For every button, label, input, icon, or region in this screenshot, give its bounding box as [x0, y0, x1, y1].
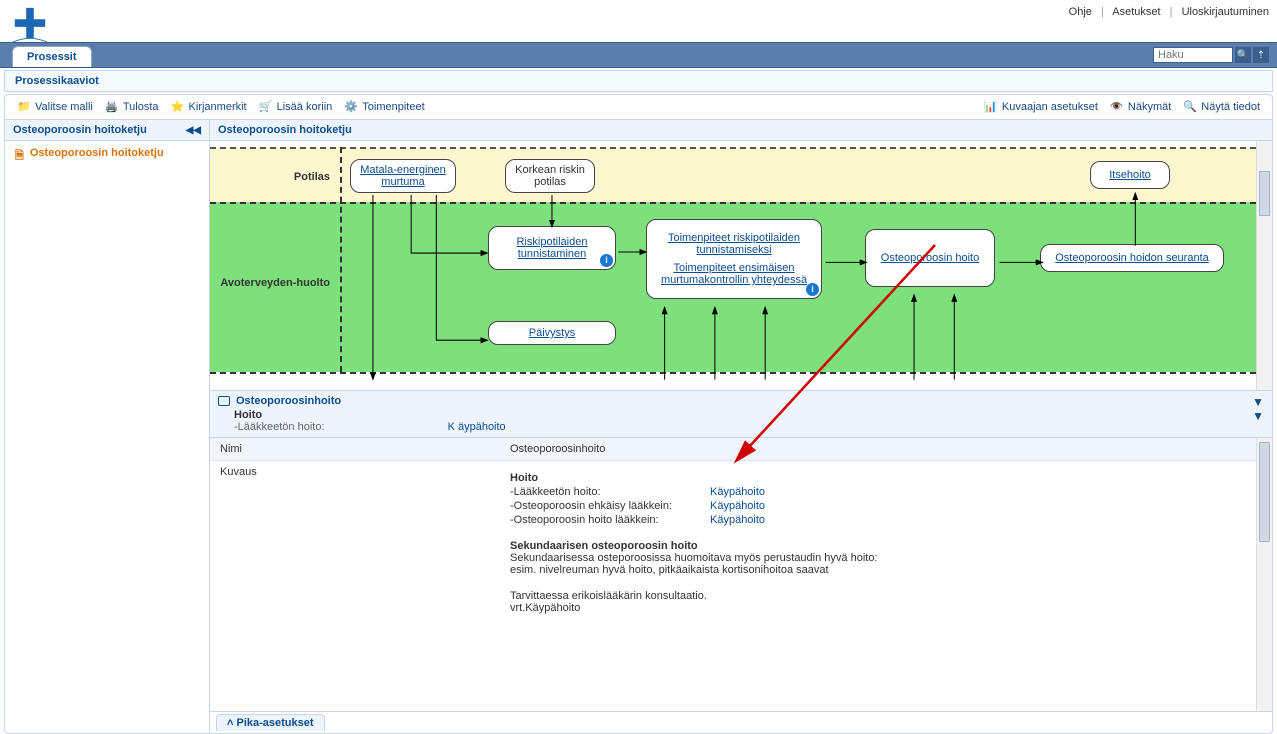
desc-label: Kuvaus	[210, 461, 500, 620]
name-label: Nimi	[210, 438, 500, 461]
gear-icon: ⚙️	[344, 100, 358, 114]
folder-icon: 📁	[17, 100, 31, 114]
search-icon[interactable]: 🔍	[1235, 47, 1251, 63]
search-input[interactable]	[1153, 47, 1233, 63]
detail-title-icon	[218, 396, 230, 406]
toolbar: 📁 Valitse malli 🖨️ Tulosta ⭐ Kirjanmerki…	[5, 95, 1272, 120]
bookmarks-button[interactable]: ⭐ Kirjanmerkit	[165, 98, 253, 116]
box-risk-identification[interactable]: Riskipotilaiden tunnistaminen i	[488, 226, 616, 270]
right-pane-header: Osteoporoosin hoitoketju	[210, 120, 1272, 141]
tab-processes[interactable]: Prosessit	[12, 46, 92, 67]
tab-row: Prosessit 🔍 ⇡	[0, 42, 1277, 68]
app-logo	[8, 4, 52, 46]
top-links: Ohje | Asetukset | Uloskirjautuminen	[1069, 4, 1269, 18]
desc-row: -Lääkkeetön hoito:Käypähoito	[510, 486, 1246, 498]
footer: ˄ Pika-asetukset	[210, 711, 1272, 733]
print-button[interactable]: 🖨️ Tulosta	[99, 98, 165, 116]
desc-row: -Osteoporoosin ehkäisy lääkkein:Käypähoi…	[510, 500, 1246, 512]
add-to-cart-button[interactable]: 🛒 Lisää koriin	[253, 98, 339, 116]
document-icon: 🗎	[15, 147, 24, 166]
info-icon[interactable]: i	[806, 283, 819, 296]
kaypahoito-link[interactable]: K äypähoito	[448, 421, 506, 433]
show-info-button[interactable]: 🔍 Näytä tiedot	[1177, 98, 1266, 116]
kaypahoito-link[interactable]: Käypähoito	[710, 486, 765, 498]
chart-icon: 📊	[984, 100, 998, 114]
box-selfcare[interactable]: Itsehoito	[1090, 161, 1170, 189]
name-value: Osteoporoosinhoito	[500, 438, 1256, 461]
box-low-energy-fracture[interactable]: Matala-energinen murtuma	[350, 159, 456, 193]
info-icon[interactable]: i	[600, 254, 613, 267]
logout-link[interactable]: Uloskirjautuminen	[1182, 6, 1269, 18]
quick-settings-tab[interactable]: ˄ Pika-asetukset	[216, 714, 325, 731]
kaypahoito-link[interactable]: Käypähoito	[710, 500, 765, 512]
tree-item-osteoporoosin[interactable]: 🗎 Osteoporoosin hoitoketju	[5, 141, 209, 172]
desc-row: -Osteoporoosin hoito lääkkein:Käypähoito	[510, 514, 1246, 526]
collapse-left-icon[interactable]: ◀◀	[186, 125, 201, 136]
select-template-button[interactable]: 📁 Valitse malli	[11, 98, 99, 116]
box-high-risk-patient[interactable]: Korkean riskin potilas	[505, 159, 595, 193]
lane-label-patient: Potilas	[210, 171, 330, 183]
subtitle-bar: Prosessikaaviot	[4, 70, 1273, 92]
help-link[interactable]: Ohje	[1069, 6, 1092, 18]
views-button[interactable]: 👁️ Näkymät	[1104, 98, 1177, 116]
chevron-up-icon: ˄	[227, 717, 233, 729]
process-diagram[interactable]: Potilas Avoterveyden-huolto Matala-energ…	[210, 141, 1256, 390]
actions-button[interactable]: ⚙️ Toimenpiteet	[338, 98, 430, 116]
box-measures[interactable]: Toimenpiteet riskipotilaiden tunnistamis…	[646, 219, 822, 299]
box-followup[interactable]: Osteoporoosin hoidon seuranta	[1040, 244, 1224, 272]
detail-table: Nimi Osteoporoosinhoito Kuvaus Hoito -Lä…	[210, 438, 1256, 619]
star-icon: ⭐	[171, 100, 185, 114]
settings-link[interactable]: Asetukset	[1112, 6, 1160, 18]
box-oncall[interactable]: Päivystys	[488, 321, 616, 345]
expand-icon[interactable]: ⇡	[1253, 47, 1269, 63]
left-pane-header: Osteoporoosin hoitoketju ◀◀	[5, 120, 209, 141]
cart-icon: 🛒	[259, 100, 273, 114]
desc-value: Hoito -Lääkkeetön hoito:Käypähoito -Oste…	[500, 461, 1256, 620]
magnifier-icon: 🔍	[1183, 100, 1197, 114]
detail-title: Osteoporoosinhoito	[236, 395, 341, 407]
kaypahoito-link[interactable]: Käypähoito	[710, 514, 765, 526]
detail-scrollbar[interactable]	[1256, 438, 1272, 711]
box-osteoporosis-treatment[interactable]: Osteoporoosin hoito	[865, 229, 995, 287]
detail-panel-header: Osteoporoosinhoito Hoito -Lääkkeetön hoi…	[210, 391, 1272, 438]
diagram-scrollbar[interactable]	[1256, 141, 1272, 390]
graph-settings-button[interactable]: 📊 Kuvaajan asetukset	[978, 98, 1104, 116]
collapse-detail-icon[interactable]: ▼▼	[1252, 395, 1264, 423]
eye-icon: 👁️	[1110, 100, 1124, 114]
lane-label-outpatient: Avoterveyden-huolto	[210, 277, 330, 289]
printer-icon: 🖨️	[105, 100, 119, 114]
